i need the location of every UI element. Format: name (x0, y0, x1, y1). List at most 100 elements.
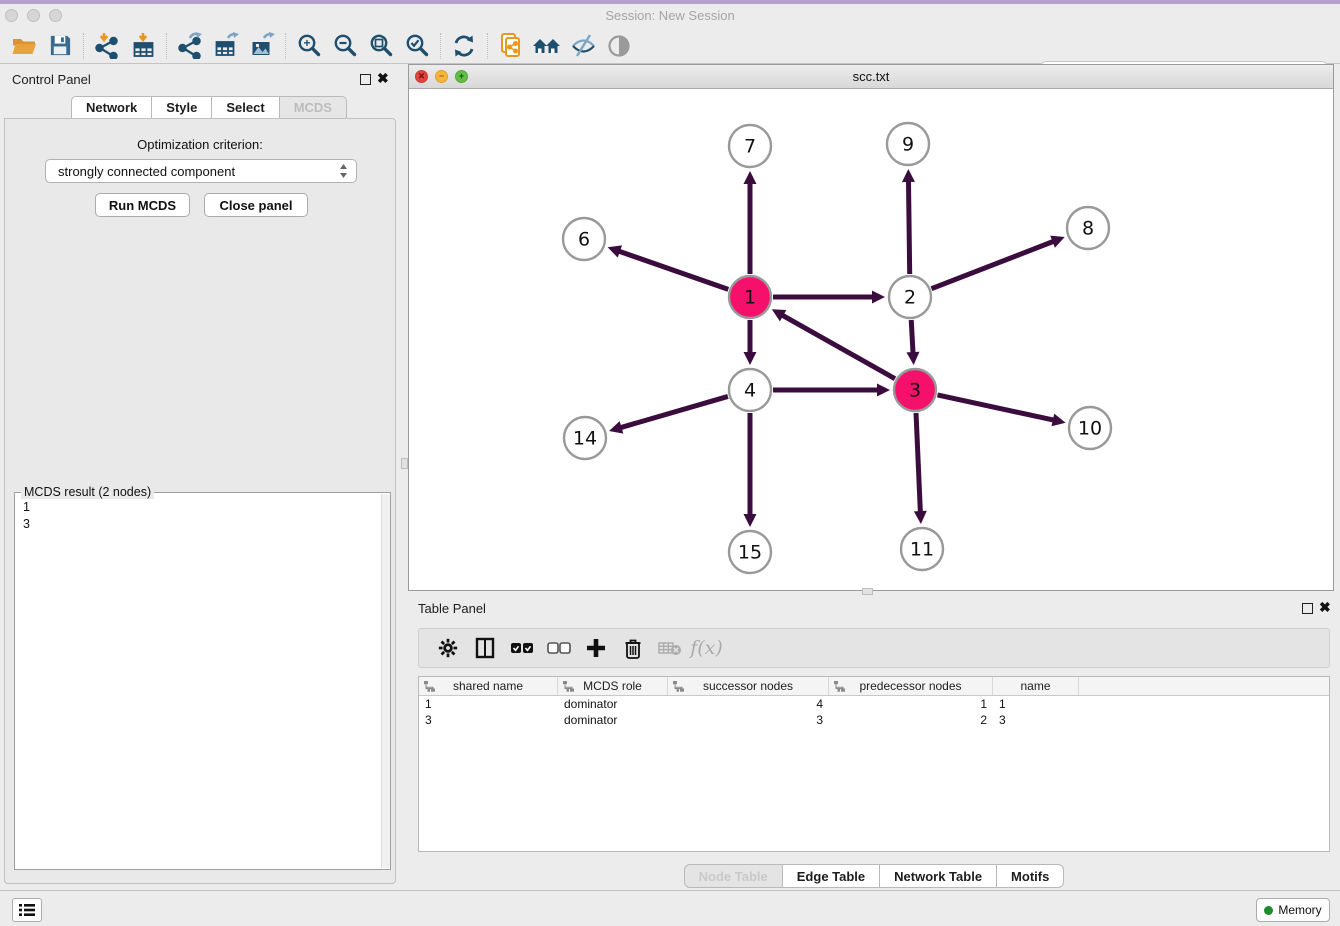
tab-edge-table[interactable]: Edge Table (783, 864, 880, 888)
tab-select[interactable]: Select (212, 96, 279, 119)
cell-successor-nodes[interactable]: 4 (668, 696, 829, 712)
tab-mcds[interactable]: MCDS (280, 96, 347, 119)
zoom-window-button[interactable] (49, 9, 62, 22)
tab-style[interactable]: Style (152, 96, 212, 119)
cell-shared-name[interactable]: 3 (419, 712, 558, 728)
export-table-button[interactable] (208, 31, 244, 61)
graph-node-3[interactable]: 3 (894, 369, 936, 411)
graph-node-1[interactable]: 1 (729, 276, 771, 318)
gear-icon (437, 637, 459, 659)
graph-node-7[interactable]: 7 (729, 125, 771, 167)
zoom-in-icon: + (296, 32, 323, 59)
graph-edge-3-11[interactable] (914, 413, 927, 524)
cell-mcds-role[interactable]: dominator (558, 696, 668, 712)
network-zoom-button[interactable]: + (455, 70, 468, 83)
graph-edge-1-4[interactable] (744, 320, 757, 365)
zoom-in-button[interactable]: + (291, 31, 327, 61)
network-minimize-button[interactable]: − (435, 70, 448, 83)
graph-edge-2-9[interactable] (902, 169, 915, 274)
table-panel-title: Table Panel (418, 601, 486, 616)
run-mcds-button[interactable]: Run MCDS (95, 193, 190, 217)
tab-network[interactable]: Network (71, 96, 152, 119)
mcds-result-box[interactable]: MCDS result (2 nodes) 1 3 (14, 492, 391, 870)
graph-edge-1-2[interactable] (773, 291, 885, 304)
vertical-splitter-handle[interactable] (401, 458, 408, 469)
cell-name[interactable]: 1 (993, 696, 1079, 712)
graph-node-4[interactable]: 4 (729, 369, 771, 411)
tab-network-table[interactable]: Network Table (880, 864, 997, 888)
close-window-button[interactable] (5, 9, 18, 22)
network-close-button[interactable]: ✕ (415, 70, 428, 83)
tab-motifs[interactable]: Motifs (997, 864, 1064, 888)
close-panel-button[interactable]: Close panel (204, 193, 308, 217)
cell-successor-nodes[interactable]: 3 (668, 712, 829, 728)
memory-button[interactable]: Memory (1256, 898, 1330, 922)
graph-edge-4-14[interactable] (609, 396, 728, 433)
save-session-button[interactable] (42, 31, 78, 61)
column-type-icon (673, 681, 684, 692)
table-settings-button[interactable] (429, 632, 466, 664)
show-all-button[interactable] (601, 31, 637, 61)
graph-edge-3-1[interactable] (772, 309, 895, 378)
graph-node-15[interactable]: 15 (729, 531, 771, 573)
column-header-successor-nodes[interactable]: successor nodes (668, 677, 829, 695)
import-network-button[interactable] (89, 31, 125, 61)
export-image-button[interactable] (244, 31, 280, 61)
zoom-fit-button[interactable] (363, 31, 399, 61)
delete-table-button[interactable] (651, 632, 688, 664)
float-panel-icon[interactable] (360, 74, 371, 85)
layout-home-button[interactable] (529, 31, 565, 61)
show-columns-button[interactable] (466, 632, 503, 664)
graph-edge-1-7[interactable] (744, 171, 757, 274)
graph-node-10[interactable]: 10 (1069, 407, 1111, 449)
open-file-button[interactable] (6, 31, 42, 61)
unselect-all-columns-button[interactable] (540, 632, 577, 664)
function-builder-button[interactable]: f(x) (688, 632, 725, 664)
graph-node-9[interactable]: 9 (887, 123, 929, 165)
table-row[interactable]: 3 dominator 3 2 3 (419, 712, 1329, 728)
hide-selected-button[interactable] (565, 31, 601, 61)
import-table-button[interactable] (125, 31, 161, 61)
graph-node-8[interactable]: 8 (1067, 207, 1109, 249)
graph-edge-4-3[interactable] (773, 384, 890, 397)
graph-edge-2-8[interactable] (931, 236, 1064, 289)
result-scrollbar[interactable] (381, 494, 390, 868)
select-all-columns-button[interactable] (503, 632, 540, 664)
create-column-button[interactable] (577, 632, 614, 664)
graph-node-2[interactable]: 2 (889, 276, 931, 318)
column-header-name[interactable]: name (993, 677, 1079, 695)
graph-node-11[interactable]: 11 (901, 528, 943, 570)
graph-node-14[interactable]: 14 (564, 417, 606, 459)
cell-mcds-role[interactable]: dominator (558, 712, 668, 728)
graph-edge-2-3[interactable] (906, 320, 919, 365)
export-network-button[interactable] (172, 31, 208, 61)
criterion-dropdown[interactable]: strongly connected component (45, 159, 357, 183)
close-panel-icon[interactable]: ✖ (377, 72, 389, 84)
graph-edge-1-6[interactable] (608, 245, 729, 289)
table-row[interactable]: 1 dominator 4 1 1 (419, 696, 1329, 712)
float-table-panel-icon[interactable] (1302, 603, 1313, 614)
delete-columns-button[interactable] (614, 632, 651, 664)
zoom-selected-button[interactable] (399, 31, 435, 61)
console-button[interactable] (12, 898, 42, 922)
zoom-out-button[interactable] (327, 31, 363, 61)
cell-predecessor-nodes[interactable]: 2 (829, 712, 993, 728)
cell-name[interactable]: 3 (993, 712, 1079, 728)
column-header-shared-name[interactable]: shared name (419, 677, 558, 695)
column-header-mcds-role[interactable]: MCDS role (558, 677, 668, 695)
graph-node-6[interactable]: 6 (563, 218, 605, 260)
graph-edge-4-15[interactable] (744, 413, 757, 527)
refresh-button[interactable] (446, 31, 482, 61)
network-canvas[interactable]: 7 9 6 8 1 2 4 3 14 10 15 11 (409, 89, 1333, 590)
close-table-panel-icon[interactable]: ✖ (1319, 601, 1331, 613)
minimize-window-button[interactable] (27, 9, 40, 22)
graph-edge-3-10[interactable] (937, 395, 1065, 426)
cell-predecessor-nodes[interactable]: 1 (829, 696, 993, 712)
zoom-out-icon (332, 32, 359, 59)
horizontal-splitter-handle[interactable] (862, 588, 873, 595)
cell-shared-name[interactable]: 1 (419, 696, 558, 712)
plus-icon (585, 637, 607, 659)
tab-node-table[interactable]: Node Table (684, 864, 783, 888)
copy-network-view-button[interactable] (493, 31, 529, 61)
column-header-predecessor-nodes[interactable]: predecessor nodes (829, 677, 993, 695)
